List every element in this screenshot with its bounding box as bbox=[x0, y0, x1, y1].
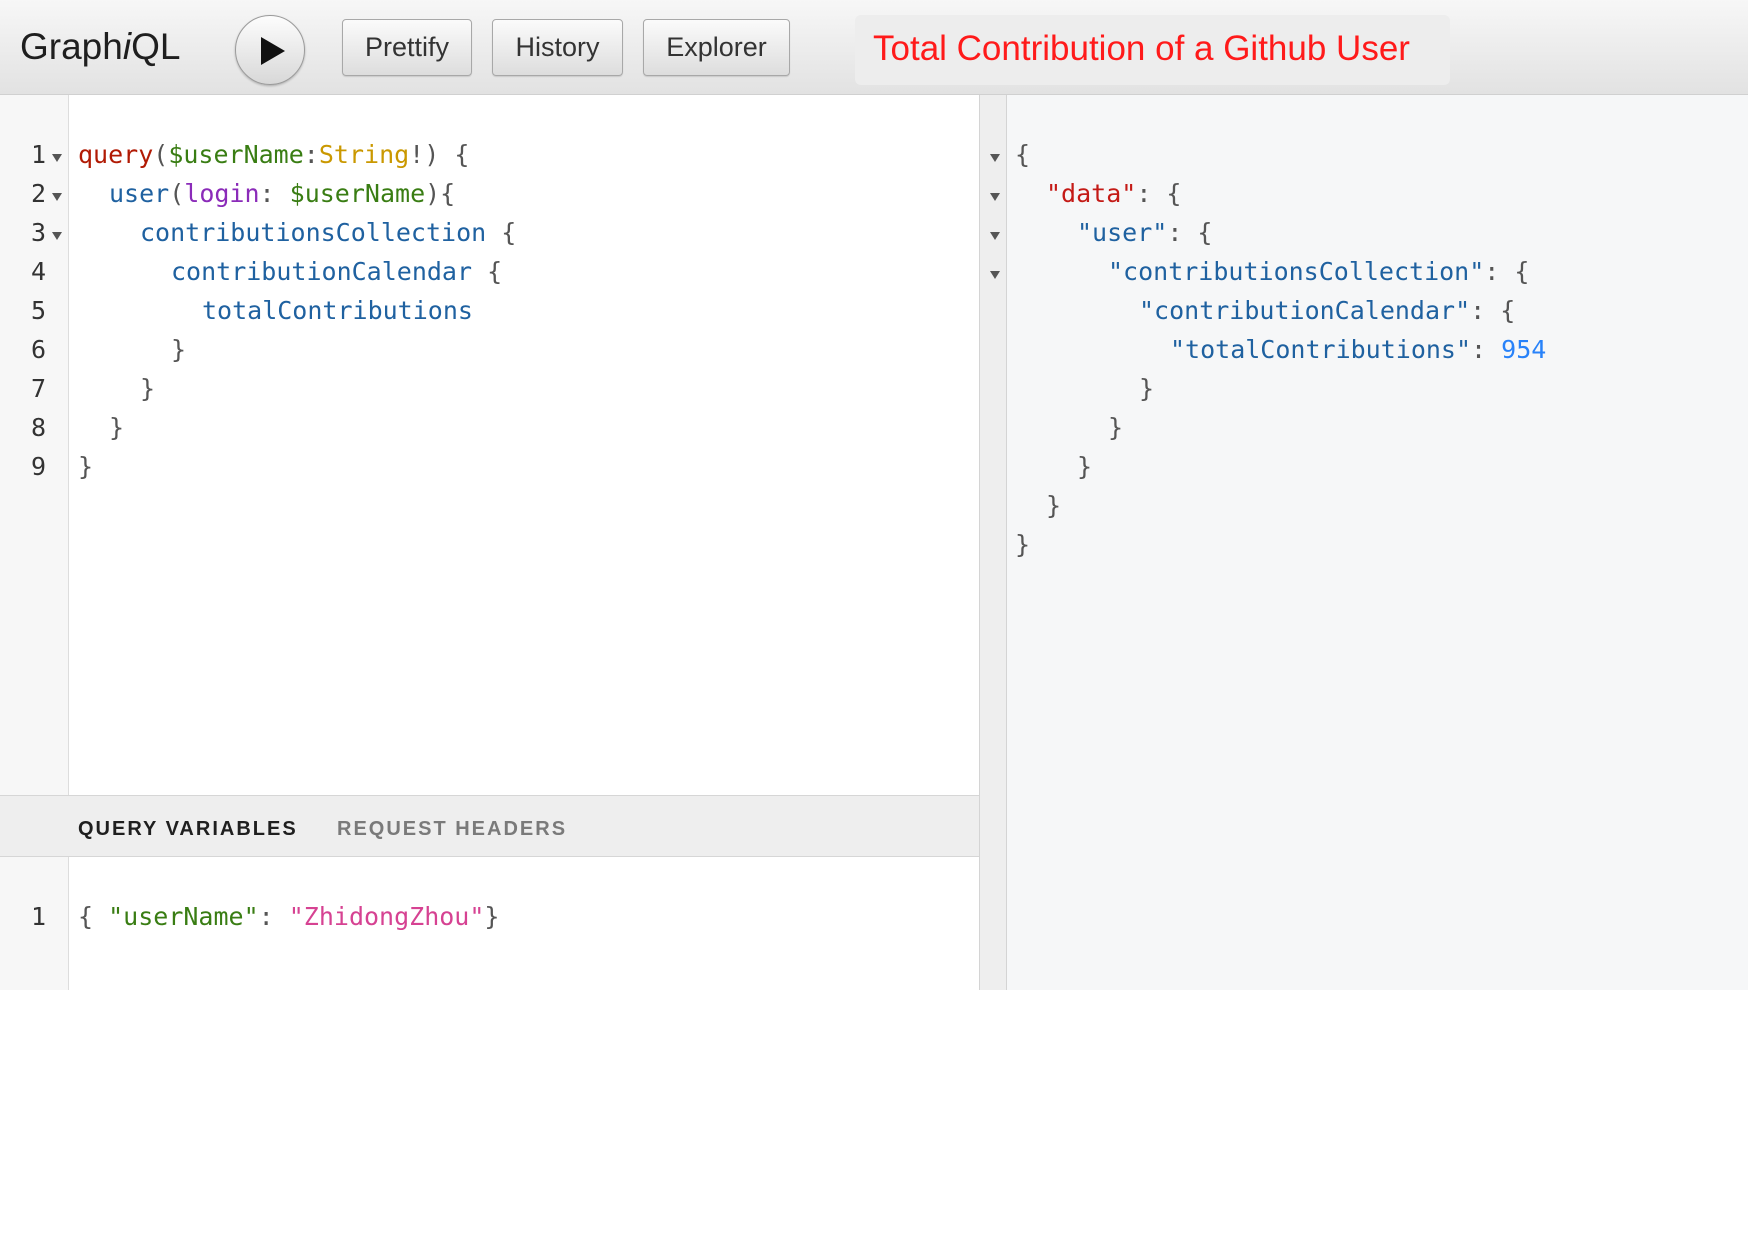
history-button[interactable]: History bbox=[492, 19, 623, 76]
fold-arrow-icon[interactable] bbox=[52, 232, 62, 240]
line-number: 1 bbox=[30, 140, 46, 169]
code-line: { "userName": "ZhidongZhou"} bbox=[78, 902, 500, 931]
fold-arrow-icon[interactable] bbox=[990, 193, 1000, 201]
fold-arrow-icon[interactable] bbox=[990, 154, 1000, 162]
code-line: query($userName:String!) { bbox=[78, 140, 470, 169]
graphiql-logo: GraphiQL bbox=[20, 26, 181, 67]
result-line: "contributionsCollection": { bbox=[1108, 257, 1530, 286]
result-line: } bbox=[1046, 491, 1062, 520]
result-line: { bbox=[1015, 140, 1031, 169]
result-line: } bbox=[1139, 374, 1155, 403]
result-line: "user": { bbox=[1077, 218, 1213, 247]
variables-code: 1 { "userName": "ZhidongZhou"} bbox=[0, 902, 1748, 1247]
line-number: 8 bbox=[30, 413, 46, 442]
pane-resize-handle[interactable] bbox=[979, 95, 1007, 990]
toolbar: GraphiQL Prettify History Explorer Total… bbox=[0, 0, 1748, 95]
line-number: 5 bbox=[30, 296, 46, 325]
fold-arrow-icon[interactable] bbox=[990, 232, 1000, 240]
line-number: 7 bbox=[30, 374, 46, 403]
code-line: } bbox=[171, 335, 187, 364]
total-contributions-value: 954 bbox=[1501, 335, 1547, 364]
result-line: } bbox=[1077, 452, 1093, 481]
result-line: "data": { bbox=[1046, 179, 1182, 208]
code-line: contributionCalendar { bbox=[171, 257, 503, 286]
line-number: 9 bbox=[30, 452, 46, 481]
result-line: } bbox=[1015, 530, 1031, 559]
title-banner: Total Contribution of a Github User bbox=[855, 15, 1450, 85]
code-line: user(login: $userName){ bbox=[109, 179, 456, 208]
tab-request-headers[interactable]: REQUEST HEADERS bbox=[337, 818, 567, 841]
variables-tab-bar: QUERY VARIABLES REQUEST HEADERS bbox=[0, 795, 979, 857]
line-number: 3 bbox=[30, 218, 46, 247]
code-line: contributionsCollection { bbox=[140, 218, 517, 247]
tab-query-variables[interactable]: QUERY VARIABLES bbox=[78, 818, 298, 841]
code-line: } bbox=[78, 452, 94, 481]
prettify-button[interactable]: Prettify bbox=[342, 19, 472, 76]
result-line: } bbox=[1108, 413, 1124, 442]
line-number: 2 bbox=[30, 179, 46, 208]
banner-text: Total Contribution of a Github User bbox=[873, 29, 1410, 68]
explorer-button[interactable]: Explorer bbox=[643, 19, 790, 76]
code-line: totalContributions bbox=[202, 296, 473, 325]
code-line: } bbox=[109, 413, 125, 442]
line-number: 1 bbox=[30, 902, 46, 931]
result-line: "totalContributions": 954 bbox=[1170, 335, 1547, 364]
fold-arrow-icon[interactable] bbox=[52, 154, 62, 162]
fold-arrow-icon[interactable] bbox=[52, 193, 62, 201]
code-line: } bbox=[140, 374, 156, 403]
line-number: 6 bbox=[30, 335, 46, 364]
play-icon bbox=[261, 37, 285, 65]
fold-arrow-icon[interactable] bbox=[990, 271, 1000, 279]
line-number: 4 bbox=[30, 257, 46, 286]
result-line: "contributionCalendar": { bbox=[1139, 296, 1516, 325]
execute-query-button[interactable] bbox=[235, 15, 305, 85]
